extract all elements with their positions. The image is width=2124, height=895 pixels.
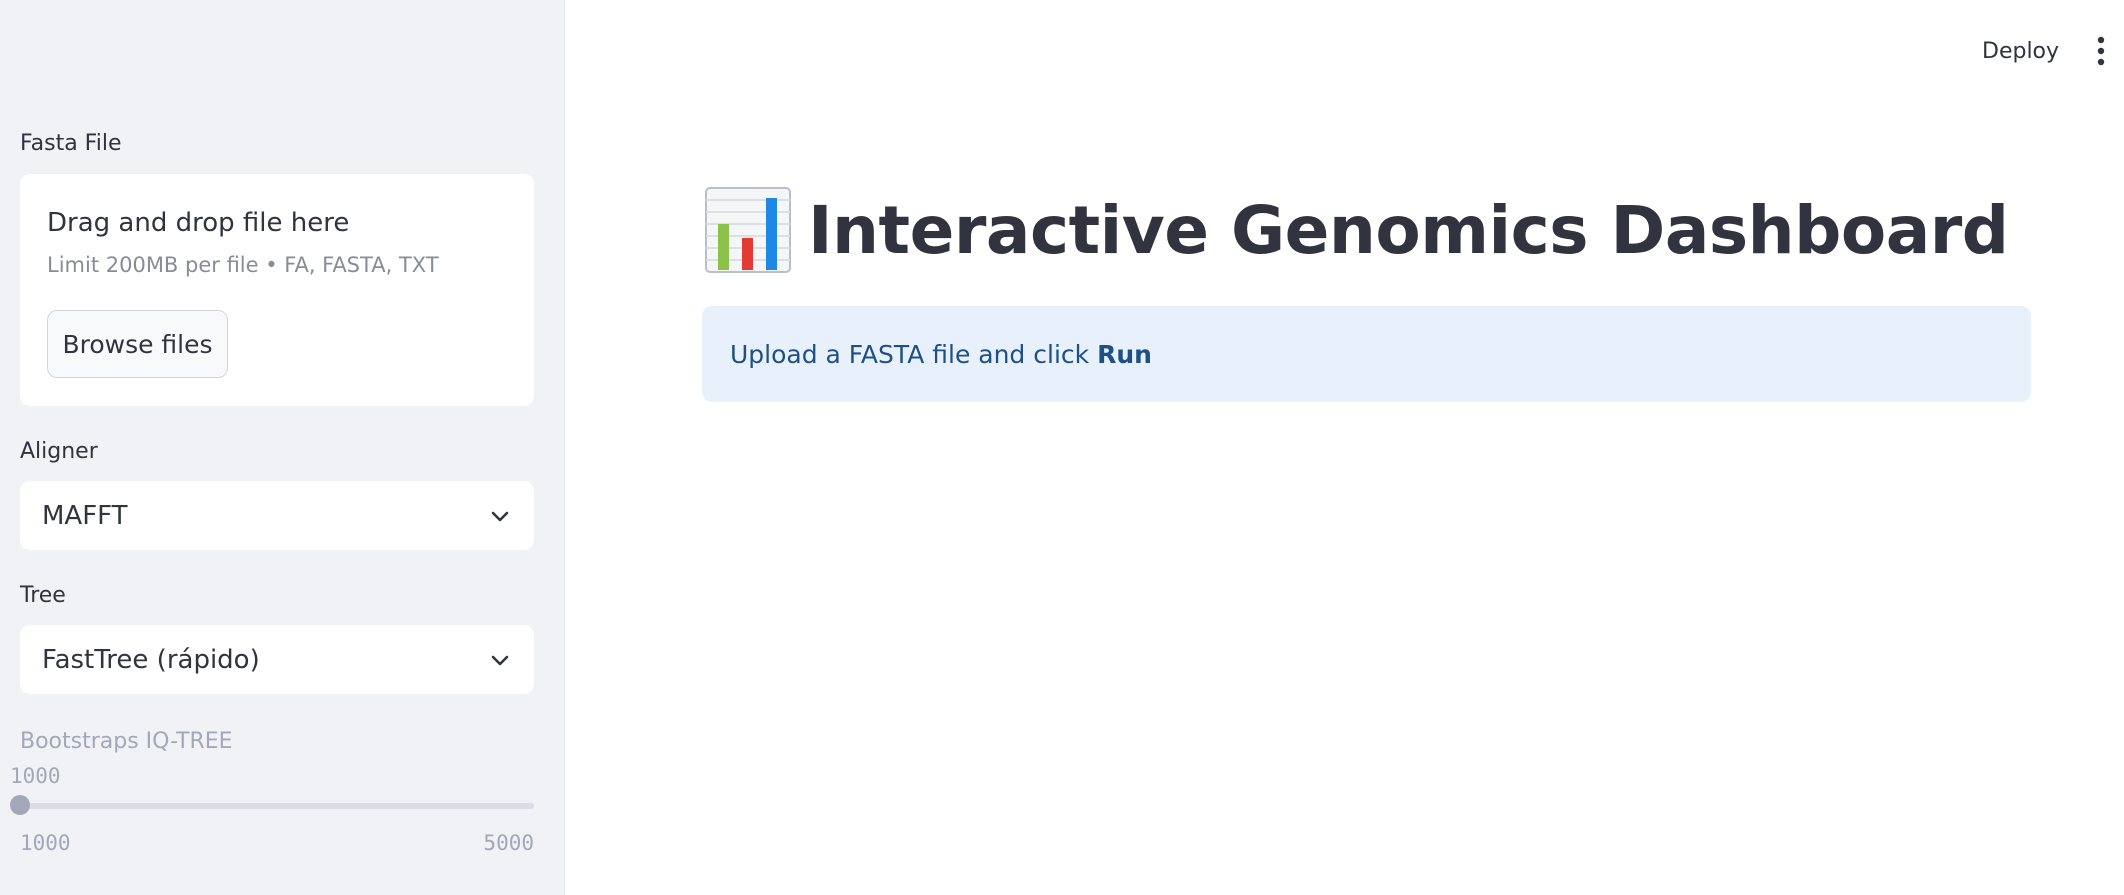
bootstraps-max-label: 5000: [483, 831, 534, 855]
chevron-down-icon: [491, 655, 509, 666]
bootstraps-label: Bootstraps IQ-TREE: [20, 729, 233, 754]
aligner-select[interactable]: MAFFT: [20, 481, 534, 550]
info-alert: Upload a FASTA file and click Run: [702, 306, 2031, 402]
sidebar: Fasta File Drag and drop file here Limit…: [0, 0, 565, 895]
info-alert-run-emphasis: Run: [1097, 339, 1152, 369]
app-root: Fasta File Drag and drop file here Limit…: [0, 0, 2124, 895]
title-row: Interactive Genomics Dashboard: [704, 186, 2009, 274]
info-alert-text: Upload a FASTA file and click: [730, 339, 1090, 369]
bootstraps-slider-thumb[interactable]: [10, 795, 30, 815]
chevron-down-icon: [491, 511, 509, 522]
aligner-label: Aligner: [20, 439, 98, 464]
file-dropzone[interactable]: Drag and drop file here Limit 200MB per …: [20, 174, 534, 406]
bootstraps-slider-track[interactable]: [20, 803, 534, 809]
tree-select-value: FastTree (rápido): [42, 644, 260, 675]
bootstraps-current-value: 1000: [10, 764, 61, 788]
dropzone-title: Drag and drop file here: [47, 208, 350, 238]
aligner-select-value: MAFFT: [42, 500, 128, 531]
page-title: Interactive Genomics Dashboard: [808, 191, 2009, 269]
bar-chart-icon: [705, 187, 791, 273]
tree-select[interactable]: FastTree (rápido): [20, 625, 534, 694]
deploy-button[interactable]: Deploy: [1970, 30, 2071, 72]
dropzone-limit-text: Limit 200MB per file • FA, FASTA, TXT: [47, 253, 439, 277]
bootstraps-min-label: 1000: [20, 831, 71, 855]
kebab-menu-icon[interactable]: [2086, 34, 2116, 68]
fasta-file-label: Fasta File: [20, 131, 122, 156]
browse-files-button[interactable]: Browse files: [47, 310, 228, 378]
tree-label: Tree: [20, 583, 66, 608]
